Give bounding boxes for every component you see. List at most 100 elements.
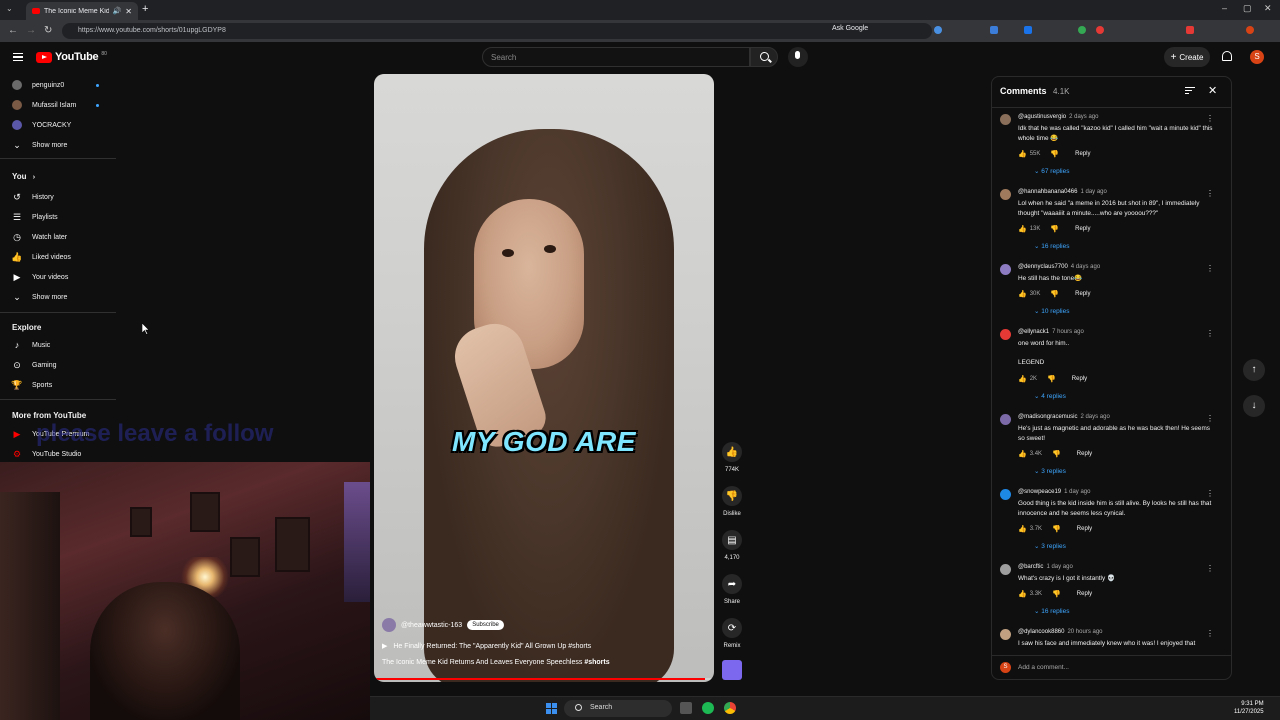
comment-author[interactable]: @dennyclaus7700 4 days ago (1018, 264, 1100, 270)
comment-dislike-icon[interactable]: 👎 (1050, 225, 1059, 233)
extension-icon[interactable] (990, 26, 998, 34)
more-options-icon[interactable]: ⋮ (1206, 414, 1214, 423)
windows-start-icon[interactable] (546, 703, 557, 714)
comment-username[interactable]: @dennyclaus7700 (1018, 264, 1068, 270)
comment-like-icon[interactable]: 👍 (1018, 290, 1027, 298)
reply-button[interactable]: Reply (1075, 291, 1090, 297)
sound-thumbnail[interactable] (722, 660, 742, 680)
commenter-avatar[interactable] (1000, 264, 1011, 275)
extension-icon[interactable] (1024, 26, 1032, 34)
comment-like-icon[interactable]: 👍 (1018, 525, 1027, 533)
description-tag[interactable]: #shorts (584, 659, 609, 666)
comment-username[interactable]: @ellynack1 (1018, 329, 1049, 335)
tab-audio-icon[interactable]: 🔊 (113, 7, 122, 15)
comment-author[interactable]: @ellynack1 7 hours ago (1018, 329, 1084, 335)
comment-author[interactable]: @barcftic 1 day ago (1018, 564, 1073, 570)
extension-icon[interactable] (1078, 26, 1086, 34)
comment-like-icon[interactable]: 👍 (1018, 590, 1027, 598)
video-progress-bar[interactable] (376, 678, 712, 680)
taskbar-search[interactable]: Search (564, 700, 672, 717)
subscribe-button[interactable]: Subscribe (467, 620, 504, 630)
comment-username[interactable]: @dylancook8860 (1018, 629, 1064, 635)
view-replies-button[interactable]: ⌄ 4 replies (1034, 392, 1066, 400)
close-icon[interactable]: ✕ (1208, 84, 1217, 97)
new-tab-button[interactable]: + (142, 3, 148, 15)
video-description[interactable]: The Iconic Meme Kid Returns And Leaves E… (382, 659, 610, 666)
commenter-avatar[interactable] (1000, 189, 1011, 200)
comment-username[interactable]: @agustinusvergio (1018, 114, 1066, 120)
comment-dislike-icon[interactable]: 👎 (1052, 525, 1061, 533)
add-comment-input[interactable]: Add a comment... (1018, 664, 1069, 671)
sidebar-item-subscription[interactable]: YOCRACKY (12, 117, 71, 133)
comment-author[interactable]: @agustinusvergio 2 days ago (1018, 114, 1098, 120)
sidebar-item-youtube-studio[interactable]: ⚙ YouTube Studio (12, 446, 81, 462)
reply-button[interactable]: Reply (1077, 591, 1092, 597)
comment-username[interactable]: @snowpeace19 (1018, 489, 1061, 495)
commenter-avatar[interactable] (1000, 489, 1011, 500)
search-input[interactable]: Search (482, 47, 750, 67)
like-button[interactable]: 👍 774K (722, 442, 742, 473)
add-comment-row[interactable]: S Add a comment... (992, 655, 1231, 679)
more-options-icon[interactable]: ⋮ (1206, 114, 1214, 123)
channel-avatar[interactable] (382, 618, 396, 632)
extension-icon[interactable] (1096, 26, 1104, 34)
comment-username[interactable]: @barcftic (1018, 564, 1043, 570)
more-options-icon[interactable]: ⋮ (1206, 489, 1214, 498)
commenter-avatar[interactable] (1000, 329, 1011, 340)
shorts-video-player[interactable]: MY GOD ARE @theawwtastic-163 Subscribe ▶… (374, 74, 714, 682)
close-window-icon[interactable]: ✕ (1264, 3, 1272, 14)
comment-author[interactable]: @snowpeace19 1 day ago (1018, 489, 1090, 495)
more-options-icon[interactable]: ⋮ (1206, 189, 1214, 198)
more-options-icon[interactable]: ⋮ (1206, 564, 1214, 573)
comment-like-icon[interactable]: 👍 (1018, 225, 1027, 233)
reply-button[interactable]: Reply (1072, 376, 1087, 382)
sidebar-item-subscription[interactable]: penguinz0 (12, 77, 64, 93)
ask-google-button[interactable]: Ask Google (832, 25, 868, 32)
sidebar-item-sports[interactable]: 🏆 Sports (11, 377, 52, 393)
sort-icon[interactable] (1185, 87, 1195, 95)
notifications-bell-icon[interactable] (1222, 51, 1232, 61)
extension-icon[interactable] (934, 26, 942, 34)
remix-button[interactable]: ⟳ Remix (722, 618, 742, 649)
profile-icon[interactable] (1246, 26, 1254, 34)
commenter-avatar[interactable] (1000, 629, 1011, 640)
sidebar-item-subscription[interactable]: Mufassil Islam (12, 97, 76, 113)
sidebar-item-music[interactable]: ♪ Music (12, 337, 51, 353)
microphone-icon[interactable] (788, 47, 808, 67)
comment-dislike-icon[interactable]: 👎 (1052, 590, 1061, 598)
dislike-button[interactable]: 👎 Dislike (722, 486, 742, 517)
sidebar-item-history[interactable]: ↺ History (12, 189, 54, 205)
search-icon[interactable] (750, 47, 778, 67)
view-replies-button[interactable]: ⌄ 16 replies (1034, 242, 1069, 250)
hamburger-menu-icon[interactable] (13, 53, 23, 61)
video-title-row[interactable]: ▶ He Finally Returned: The "Apparently K… (382, 642, 591, 650)
extension-icon[interactable] (1186, 26, 1194, 34)
spotify-icon[interactable] (702, 702, 714, 714)
back-icon[interactable]: ← (8, 25, 18, 36)
view-replies-button[interactable]: ⌄ 3 replies (1034, 542, 1066, 550)
view-replies-button[interactable]: ⌄ 10 replies (1034, 307, 1069, 315)
more-options-icon[interactable]: ⋮ (1206, 264, 1214, 273)
comment-like-icon[interactable]: 👍 (1018, 450, 1027, 458)
channel-name[interactable]: @theawwtastic-163 (401, 622, 462, 629)
browser-tab-active[interactable]: The Iconic Meme Kid Retu 🔊 ✕ (26, 2, 138, 20)
create-button[interactable]: + Create (1164, 47, 1210, 67)
more-options-icon[interactable]: ⋮ (1206, 629, 1214, 638)
sidebar-you-heading[interactable]: You › (12, 172, 35, 181)
task-view-icon[interactable] (680, 702, 692, 714)
comment-dislike-icon[interactable]: 👎 (1052, 450, 1061, 458)
previous-short-button[interactable]: ↑ (1243, 359, 1265, 381)
comment-author[interactable]: @madisongracemusic 2 days ago (1018, 414, 1110, 420)
reply-button[interactable]: Reply (1077, 526, 1092, 532)
reply-button[interactable]: Reply (1075, 226, 1090, 232)
sidebar-item-gaming[interactable]: ⊙ Gaming (12, 357, 56, 373)
sidebar-show-more-subscriptions[interactable]: ⌄ Show more (12, 137, 67, 153)
sidebar-item-liked-videos[interactable]: 👍 Liked videos (11, 249, 71, 265)
view-replies-button[interactable]: ⌄ 3 replies (1034, 467, 1066, 475)
account-avatar[interactable]: S (1250, 50, 1264, 64)
view-replies-button[interactable]: ⌄ 67 replies (1034, 167, 1069, 175)
maximize-icon[interactable]: ▢ (1243, 3, 1252, 14)
commenter-avatar[interactable] (1000, 114, 1011, 125)
reload-icon[interactable]: ↻ (44, 25, 52, 36)
next-short-button[interactable]: ↓ (1243, 395, 1265, 417)
